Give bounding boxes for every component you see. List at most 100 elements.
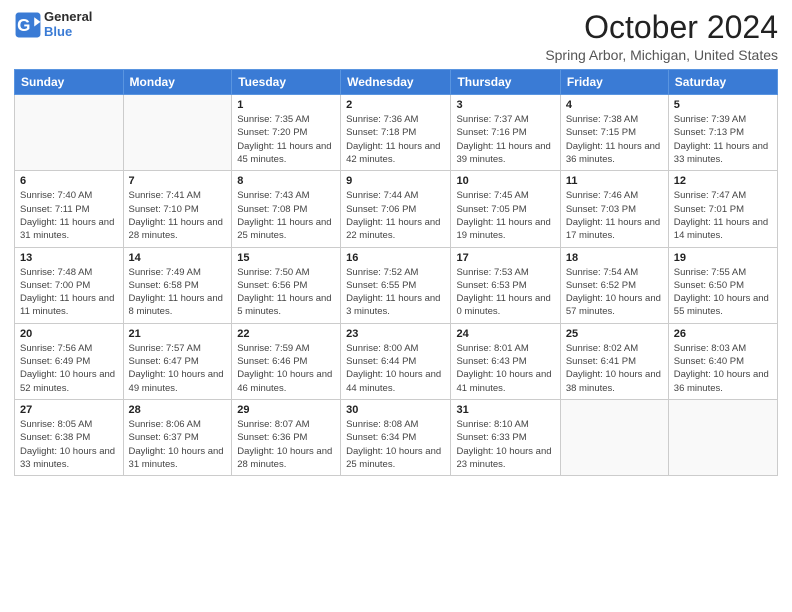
calendar-cell bbox=[15, 95, 124, 171]
day-info: Sunrise: 7:56 AMSunset: 6:49 PMDaylight:… bbox=[20, 342, 118, 395]
month-title: October 2024 bbox=[545, 10, 778, 45]
calendar-cell: 30 Sunrise: 8:08 AMSunset: 6:34 PMDayligh… bbox=[341, 399, 451, 475]
calendar-header-row: SundayMondayTuesdayWednesdayThursdayFrid… bbox=[15, 70, 778, 95]
day-info: Sunrise: 7:44 AMSunset: 7:06 PMDaylight:… bbox=[346, 189, 445, 242]
calendar-cell: 28Sunrise: 8:06 AMSunset: 6:37 PMDayligh… bbox=[123, 399, 232, 475]
calendar-cell: 15 Sunrise: 7:50 AMSunset: 6:56 PMDayligh… bbox=[232, 247, 341, 323]
day-number: 19 bbox=[674, 252, 772, 264]
day-info: Sunrise: 8:03 AMSunset: 6:40 PMDaylight:… bbox=[674, 342, 772, 395]
day-number: 15 bbox=[237, 252, 335, 264]
calendar-cell: 11 Sunrise: 7:46 AMSunset: 7:03 PMDayligh… bbox=[560, 171, 668, 247]
calendar-cell: 5Sunrise: 7:39 AMSunset: 7:13 PMDaylight… bbox=[668, 95, 777, 171]
col-header-monday: Monday bbox=[123, 70, 232, 95]
day-number: 12 bbox=[674, 175, 772, 187]
day-info: Sunrise: 8:01 AMSunset: 6:43 PMDaylight:… bbox=[456, 342, 554, 395]
calendar-cell: 14Sunrise: 7:49 AMSunset: 6:58 PMDayligh… bbox=[123, 247, 232, 323]
day-info: Sunrise: 8:10 AMSunset: 6:33 PMDaylight:… bbox=[456, 418, 554, 471]
logo-general: General bbox=[44, 9, 92, 24]
calendar-cell bbox=[123, 95, 232, 171]
col-header-saturday: Saturday bbox=[668, 70, 777, 95]
day-info: Sunrise: 7:38 AMSunset: 7:15 PMDaylight:… bbox=[566, 113, 663, 166]
day-info: Sunrise: 8:02 AMSunset: 6:41 PMDaylight:… bbox=[566, 342, 663, 395]
calendar-cell: 25 Sunrise: 8:02 AMSunset: 6:41 PMDayligh… bbox=[560, 323, 668, 399]
calendar-table: SundayMondayTuesdayWednesdayThursdayFrid… bbox=[14, 69, 778, 476]
day-info: Sunrise: 7:54 AMSunset: 6:52 PMDaylight:… bbox=[566, 266, 663, 319]
day-number: 13 bbox=[20, 252, 118, 264]
calendar-cell: 16 Sunrise: 7:52 AMSunset: 6:55 PMDayligh… bbox=[341, 247, 451, 323]
day-number: 2 bbox=[346, 99, 445, 111]
day-info: Sunrise: 8:05 AMSunset: 6:38 PMDaylight:… bbox=[20, 418, 118, 471]
calendar-cell: 27 Sunrise: 8:05 AMSunset: 6:38 PMDayligh… bbox=[15, 399, 124, 475]
col-header-wednesday: Wednesday bbox=[341, 70, 451, 95]
day-info: Sunrise: 7:40 AMSunset: 7:11 PMDaylight:… bbox=[20, 189, 118, 242]
day-info: Sunrise: 8:08 AMSunset: 6:34 PMDaylight:… bbox=[346, 418, 445, 471]
logo-text: General Blue bbox=[44, 10, 92, 40]
calendar-cell: 21Sunrise: 7:57 AMSunset: 6:47 PMDayligh… bbox=[123, 323, 232, 399]
day-number: 10 bbox=[456, 175, 554, 187]
day-info: Sunrise: 7:53 AMSunset: 6:53 PMDaylight:… bbox=[456, 266, 554, 319]
day-info: Sunrise: 7:50 AMSunset: 6:56 PMDaylight:… bbox=[237, 266, 335, 319]
day-info: Sunrise: 8:00 AMSunset: 6:44 PMDaylight:… bbox=[346, 342, 445, 395]
calendar-cell bbox=[560, 399, 668, 475]
day-number: 5 bbox=[674, 99, 772, 111]
day-info: Sunrise: 7:49 AMSunset: 6:58 PMDaylight:… bbox=[129, 266, 227, 319]
day-number: 3 bbox=[456, 99, 554, 111]
day-info: Sunrise: 7:35 AMSunset: 7:20 PMDaylight:… bbox=[237, 113, 335, 166]
calendar-cell: 6Sunrise: 7:40 AMSunset: 7:11 PMDaylight… bbox=[15, 171, 124, 247]
svg-text:G: G bbox=[17, 16, 30, 35]
calendar-cell: 19 Sunrise: 7:55 AMSunset: 6:50 PMDayligh… bbox=[668, 247, 777, 323]
calendar-week-row: 20 Sunrise: 7:56 AMSunset: 6:49 PMDayligh… bbox=[15, 323, 778, 399]
calendar-cell: 12 Sunrise: 7:47 AMSunset: 7:01 PMDayligh… bbox=[668, 171, 777, 247]
calendar-week-row: 1 Sunrise: 7:35 AMSunset: 7:20 PMDaylight… bbox=[15, 95, 778, 171]
calendar-cell: 31 Sunrise: 8:10 AMSunset: 6:33 PMDayligh… bbox=[451, 399, 560, 475]
day-info: Sunrise: 7:55 AMSunset: 6:50 PMDaylight:… bbox=[674, 266, 772, 319]
day-number: 27 bbox=[20, 404, 118, 416]
day-number: 7 bbox=[129, 175, 227, 187]
calendar-cell: 29Sunrise: 8:07 AMSunset: 6:36 PMDayligh… bbox=[232, 399, 341, 475]
calendar-cell: 26Sunrise: 8:03 AMSunset: 6:40 PMDayligh… bbox=[668, 323, 777, 399]
day-info: Sunrise: 7:48 AMSunset: 7:00 PMDaylight:… bbox=[20, 266, 118, 319]
day-number: 11 bbox=[566, 175, 663, 187]
calendar-cell: 7Sunrise: 7:41 AMSunset: 7:10 PMDaylight… bbox=[123, 171, 232, 247]
calendar-cell: 22 Sunrise: 7:59 AMSunset: 6:46 PMDayligh… bbox=[232, 323, 341, 399]
day-number: 25 bbox=[566, 328, 663, 340]
day-info: Sunrise: 7:37 AMSunset: 7:16 PMDaylight:… bbox=[456, 113, 554, 166]
calendar-week-row: 13 Sunrise: 7:48 AMSunset: 7:00 PMDayligh… bbox=[15, 247, 778, 323]
day-number: 22 bbox=[237, 328, 335, 340]
col-header-sunday: Sunday bbox=[15, 70, 124, 95]
calendar-cell: 24 Sunrise: 8:01 AMSunset: 6:43 PMDayligh… bbox=[451, 323, 560, 399]
calendar-cell: 17 Sunrise: 7:53 AMSunset: 6:53 PMDayligh… bbox=[451, 247, 560, 323]
day-number: 31 bbox=[456, 404, 554, 416]
col-header-thursday: Thursday bbox=[451, 70, 560, 95]
day-number: 30 bbox=[346, 404, 445, 416]
location-title: Spring Arbor, Michigan, United States bbox=[545, 47, 778, 63]
day-number: 1 bbox=[237, 99, 335, 111]
col-header-tuesday: Tuesday bbox=[232, 70, 341, 95]
day-number: 29 bbox=[237, 404, 335, 416]
day-number: 4 bbox=[566, 99, 663, 111]
calendar-cell: 2Sunrise: 7:36 AMSunset: 7:18 PMDaylight… bbox=[341, 95, 451, 171]
day-number: 20 bbox=[20, 328, 118, 340]
day-info: Sunrise: 7:52 AMSunset: 6:55 PMDaylight:… bbox=[346, 266, 445, 319]
title-area: October 2024 Spring Arbor, Michigan, Uni… bbox=[545, 10, 778, 63]
day-number: 24 bbox=[456, 328, 554, 340]
day-info: Sunrise: 7:47 AMSunset: 7:01 PMDaylight:… bbox=[674, 189, 772, 242]
calendar-cell: 9 Sunrise: 7:44 AMSunset: 7:06 PMDaylight… bbox=[341, 171, 451, 247]
calendar-cell: 10Sunrise: 7:45 AMSunset: 7:05 PMDayligh… bbox=[451, 171, 560, 247]
calendar-cell: 4 Sunrise: 7:38 AMSunset: 7:15 PMDaylight… bbox=[560, 95, 668, 171]
day-info: Sunrise: 7:46 AMSunset: 7:03 PMDaylight:… bbox=[566, 189, 663, 242]
calendar-cell: 18Sunrise: 7:54 AMSunset: 6:52 PMDayligh… bbox=[560, 247, 668, 323]
day-info: Sunrise: 7:59 AMSunset: 6:46 PMDaylight:… bbox=[237, 342, 335, 395]
day-number: 9 bbox=[346, 175, 445, 187]
logo-icon: G bbox=[14, 11, 42, 39]
day-info: Sunrise: 8:06 AMSunset: 6:37 PMDaylight:… bbox=[129, 418, 227, 471]
calendar-cell: 8Sunrise: 7:43 AMSunset: 7:08 PMDaylight… bbox=[232, 171, 341, 247]
calendar-cell: 23 Sunrise: 8:00 AMSunset: 6:44 PMDayligh… bbox=[341, 323, 451, 399]
day-number: 21 bbox=[129, 328, 227, 340]
logo-blue: Blue bbox=[44, 24, 72, 39]
day-number: 17 bbox=[456, 252, 554, 264]
day-number: 16 bbox=[346, 252, 445, 264]
calendar-week-row: 27 Sunrise: 8:05 AMSunset: 6:38 PMDayligh… bbox=[15, 399, 778, 475]
day-number: 8 bbox=[237, 175, 335, 187]
day-number: 23 bbox=[346, 328, 445, 340]
